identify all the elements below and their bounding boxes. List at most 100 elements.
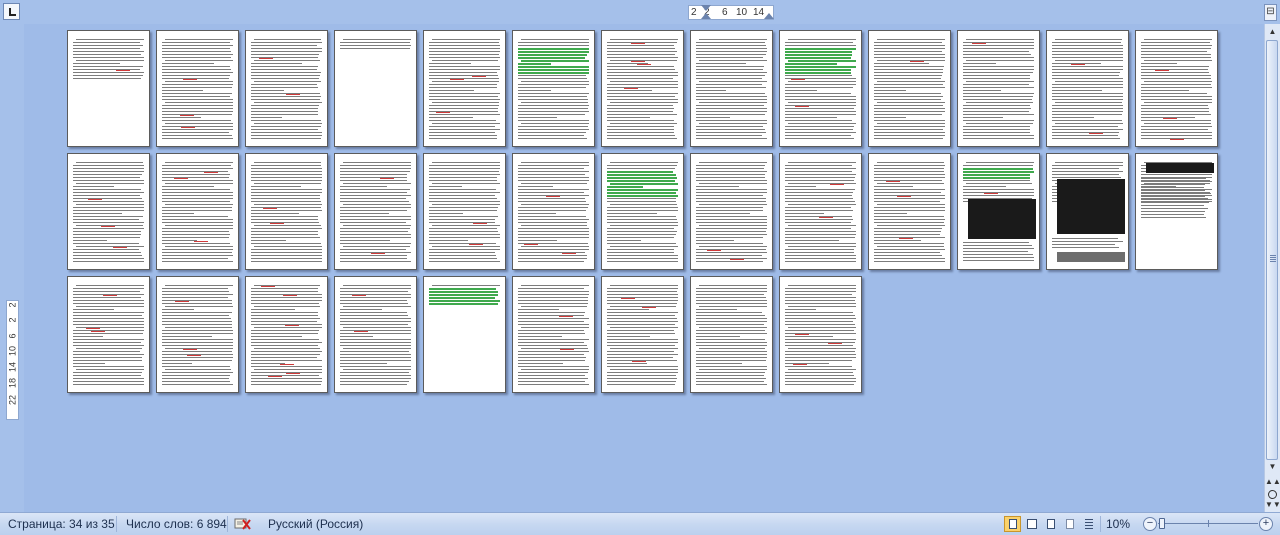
page-thumbnail[interactable] xyxy=(1135,153,1218,270)
scroll-down-button[interactable]: ▼ xyxy=(1265,460,1280,474)
hanging-indent-marker[interactable] xyxy=(701,13,711,19)
page-thumbnail[interactable] xyxy=(957,30,1040,147)
outline-view-button[interactable] xyxy=(1061,516,1078,532)
scroll-thumb[interactable] xyxy=(1266,40,1278,460)
spelling-error-mark xyxy=(88,199,103,200)
text-line xyxy=(607,342,678,343)
text-line xyxy=(963,93,1034,94)
page-thumbnail[interactable] xyxy=(1046,30,1129,147)
page-thumbnail[interactable] xyxy=(779,153,862,270)
web-layout-button[interactable] xyxy=(1042,516,1059,532)
page-thumbnail[interactable] xyxy=(868,30,951,147)
horizontal-ruler[interactable]: 2 2 6 10 14 xyxy=(688,5,774,20)
page-thumbnail[interactable] xyxy=(868,153,951,270)
page-thumbnail[interactable] xyxy=(690,153,773,270)
page-thumbnail[interactable] xyxy=(245,276,328,393)
text-line xyxy=(518,381,586,382)
page-thumbnail[interactable] xyxy=(423,30,506,147)
next-page-button[interactable]: ▼▼ xyxy=(1265,499,1280,511)
text-line xyxy=(73,231,141,232)
page-thumbnail[interactable] xyxy=(512,276,595,393)
page-number-status[interactable]: Страница: 34 из 35 xyxy=(8,513,115,535)
page-thumbnail[interactable] xyxy=(334,30,417,147)
page-thumbnail[interactable] xyxy=(156,30,239,147)
language-status[interactable]: Русский (Россия) xyxy=(268,513,363,535)
spelling-error-mark xyxy=(624,88,639,89)
page-thumbnail[interactable] xyxy=(1135,30,1218,147)
text-line xyxy=(165,204,233,205)
text-line xyxy=(785,129,853,130)
first-line-indent-marker[interactable] xyxy=(701,5,711,11)
text-line xyxy=(785,297,856,298)
text-line xyxy=(1052,117,1095,118)
page-thumbnail[interactable] xyxy=(334,276,417,393)
vertical-scrollbar[interactable]: ▲ ▼ ▲▲ ▼▼ xyxy=(1264,24,1280,512)
text-line xyxy=(521,225,588,226)
text-line xyxy=(340,207,411,208)
full-screen-reading-button[interactable] xyxy=(1023,516,1040,532)
zoom-out-button[interactable]: − xyxy=(1143,517,1157,531)
text-line xyxy=(785,114,856,115)
page-thumbnail[interactable] xyxy=(779,30,862,147)
page-thumbnail[interactable] xyxy=(690,276,773,393)
page-thumbnail[interactable] xyxy=(601,276,684,393)
page-thumbnail[interactable] xyxy=(156,153,239,270)
ruler-tick: 14 xyxy=(7,362,18,373)
page-thumbnail[interactable] xyxy=(423,276,506,393)
page-thumbnail[interactable] xyxy=(334,153,417,270)
page-thumbnail[interactable] xyxy=(1046,153,1129,270)
document-canvas[interactable] xyxy=(24,24,1264,512)
page-thumbnail[interactable] xyxy=(156,276,239,393)
text-line xyxy=(518,309,559,310)
text-line xyxy=(877,162,944,163)
draft-view-button[interactable] xyxy=(1080,516,1097,532)
spelling-error-mark xyxy=(1154,70,1169,71)
page-thumbnail[interactable] xyxy=(690,30,773,147)
text-line xyxy=(874,48,945,49)
page-thumbnail[interactable] xyxy=(601,153,684,270)
page-thumbnail[interactable] xyxy=(245,153,328,270)
text-line xyxy=(874,222,944,223)
print-layout-view-button[interactable] xyxy=(1004,516,1021,532)
text-line xyxy=(874,51,943,52)
zoom-in-button[interactable]: + xyxy=(1259,517,1273,531)
zoom-slider-thumb[interactable] xyxy=(1159,518,1165,529)
page-thumbnail[interactable] xyxy=(245,30,328,147)
text-line xyxy=(73,375,142,376)
page-thumbnail[interactable] xyxy=(601,30,684,147)
tab-selector-button[interactable] xyxy=(3,3,20,20)
page-thumbnail[interactable] xyxy=(512,30,595,147)
vertical-ruler[interactable]: 2 2 6 10 14 18 22 xyxy=(6,300,19,420)
page-thumbnail[interactable] xyxy=(67,276,150,393)
text-line xyxy=(699,123,767,124)
select-browse-object-button[interactable] xyxy=(1268,490,1277,499)
zoom-level[interactable]: 10% xyxy=(1106,513,1130,535)
text-line xyxy=(518,336,562,337)
highlighted-text-line xyxy=(607,186,644,188)
word-count-status[interactable]: Число слов: 6 894 xyxy=(126,513,227,535)
page-thumbnail[interactable] xyxy=(512,153,595,270)
text-line xyxy=(874,78,942,79)
text-line xyxy=(76,285,144,286)
page-thumbnail[interactable] xyxy=(779,276,862,393)
page-thumbnail[interactable] xyxy=(957,153,1040,270)
text-line xyxy=(610,327,678,328)
text-line xyxy=(874,57,945,58)
text-line xyxy=(963,114,1034,115)
view-ruler-button[interactable]: ⊟ xyxy=(1264,4,1277,21)
text-line xyxy=(429,48,500,49)
spelling-check-icon[interactable] xyxy=(234,517,251,532)
text-line xyxy=(1141,51,1208,52)
text-line xyxy=(1141,54,1211,55)
page-thumbnail[interactable] xyxy=(67,153,150,270)
page-thumbnail[interactable] xyxy=(423,153,506,270)
previous-page-button[interactable]: ▲▲ xyxy=(1265,476,1280,488)
text-line xyxy=(165,162,233,163)
spelling-error-mark xyxy=(261,286,276,287)
scroll-up-button[interactable]: ▲ xyxy=(1265,24,1280,40)
spelling-error-mark xyxy=(546,196,561,197)
page-thumbnail[interactable] xyxy=(67,30,150,147)
right-indent-marker[interactable] xyxy=(764,13,774,19)
text-line xyxy=(521,369,589,370)
text-line xyxy=(73,354,144,355)
